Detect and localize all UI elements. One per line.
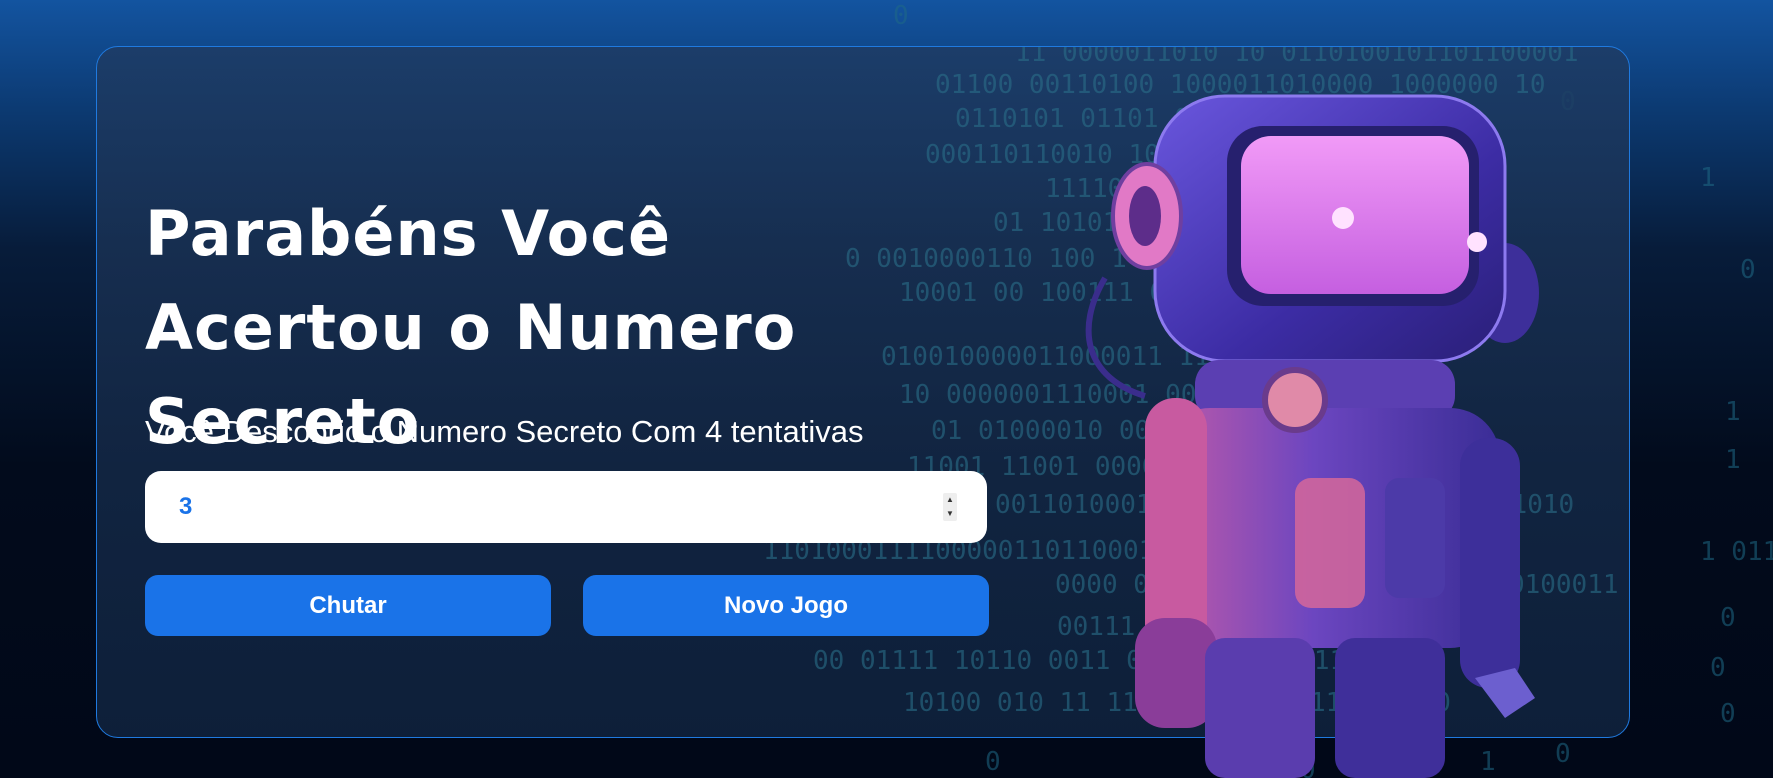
robot-astronaut-illustration	[1085, 94, 1539, 778]
svg-text:1: 1	[1700, 163, 1716, 193]
stepper-down-icon[interactable]: ▼	[945, 507, 955, 521]
svg-text:0: 0	[1720, 603, 1736, 633]
number-stepper[interactable]: ▲ ▼	[943, 493, 957, 521]
attempts-message: Você Descobrio o Numero Secreto Com 4 te…	[145, 414, 864, 449]
svg-text:0: 0	[893, 1, 909, 31]
svg-text:1: 1	[1725, 397, 1741, 427]
guess-input-container: ▲ ▼	[145, 471, 987, 543]
svg-text:1: 1	[1725, 445, 1741, 475]
svg-text:0: 0	[1720, 699, 1736, 729]
stepper-up-icon[interactable]: ▲	[945, 493, 955, 507]
svg-text:0: 0	[985, 747, 1001, 777]
svg-text:1 011: 1 011	[1700, 537, 1773, 567]
svg-text:0: 0	[1740, 255, 1756, 285]
svg-text:11 0000011010 10 0110100101101: 11 0000011010 10 0110100101101100001	[1015, 47, 1579, 68]
new-game-button[interactable]: Novo Jogo	[583, 575, 989, 636]
guess-input[interactable]	[145, 471, 905, 543]
kick-button[interactable]: Chutar	[145, 575, 551, 636]
svg-text:0: 0	[1710, 653, 1726, 683]
